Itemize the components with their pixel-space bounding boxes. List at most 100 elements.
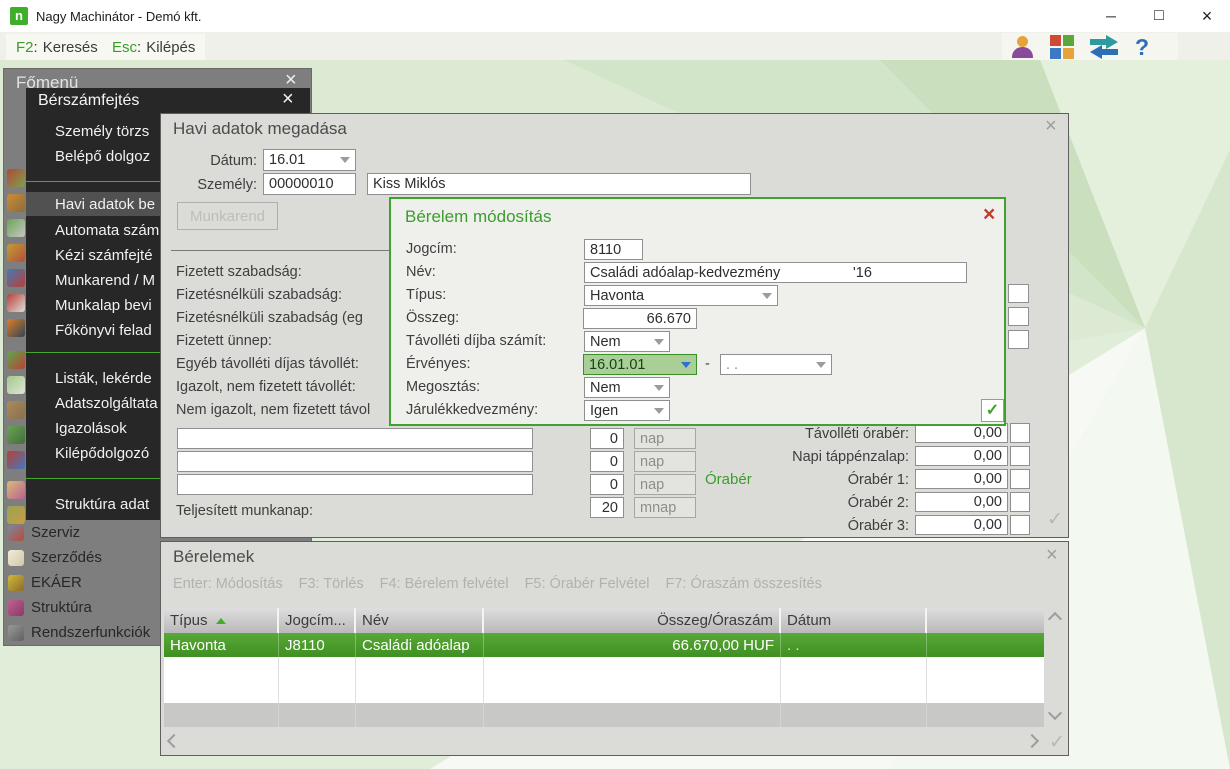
teljesitett-field[interactable]: 20 [590, 497, 624, 518]
column-header-tipus[interactable]: Típus [164, 608, 279, 633]
confirm-check-icon[interactable]: ✓ [1049, 731, 1065, 754]
apps-grid-icon[interactable] [1050, 34, 1076, 59]
hotkey-modositas[interactable]: Enter: Módosítás [173, 576, 283, 592]
right-row-mini-field[interactable] [1010, 492, 1030, 512]
modal-close-icon[interactable]: × [983, 203, 995, 227]
hotkey-oraszam-osszesites[interactable]: F7: Óraszám összesítés [666, 576, 822, 592]
app-icon[interactable] [7, 506, 25, 524]
close-button[interactable]: × [1188, 0, 1226, 32]
menu-item-szemely-torzs[interactable]: Személy törzs [55, 121, 149, 142]
menu-item-kezi-szamfejtes[interactable]: Kézi számfejté [55, 245, 153, 266]
right-row-field[interactable]: 0,00 [915, 492, 1008, 512]
menu-item-listak[interactable]: Listák, lekérde [55, 368, 152, 389]
megosztas-select[interactable]: Nem [584, 377, 670, 398]
jarulekkedvezmeny-select[interactable]: Igen [584, 400, 670, 421]
column-header-datum[interactable]: Dátum [781, 608, 927, 633]
fomenu-item-szerviz[interactable]: Szerviz [31, 523, 80, 543]
right-row-mini-field[interactable] [1010, 515, 1030, 535]
column-header-nev[interactable]: Név [356, 608, 484, 633]
fomenu-item-struktura[interactable]: Struktúra [31, 598, 92, 618]
app-icon[interactable] [7, 481, 25, 499]
custom-absence-field[interactable] [177, 428, 533, 449]
table-row[interactable] [164, 657, 1044, 681]
right-row-mini-field[interactable] [1010, 423, 1030, 443]
munkarend-button[interactable]: Munkarend [177, 202, 278, 230]
app-icon[interactable] [7, 351, 25, 369]
osszeg-field[interactable]: 66.670 [583, 308, 697, 329]
menu-item-kilepo-dolgozok[interactable]: Kilépődolgozó [55, 443, 149, 464]
custom-absence-field[interactable] [177, 451, 533, 472]
right-row-mini-field[interactable] [1010, 469, 1030, 489]
fomenu-item-rendszerfunkciok[interactable]: Rendszerfunkciók [31, 623, 150, 643]
app-icon[interactable] [7, 401, 25, 419]
partial-field[interactable] [1008, 307, 1029, 326]
menu-item-munkalap[interactable]: Munkalap bevi [55, 295, 152, 316]
menu-item-belepo-dolgozo[interactable]: Belépő dolgoz [55, 146, 150, 167]
menu-item-automata-szamfejtes[interactable]: Automata szám [55, 220, 159, 241]
havi-adatok-close-icon[interactable]: × [1045, 116, 1057, 136]
right-row-field[interactable]: 0,00 [915, 423, 1008, 443]
help-icon[interactable]: ? [1132, 35, 1152, 59]
app-icon[interactable] [7, 244, 25, 262]
app-icon[interactable] [7, 169, 25, 187]
user-icon[interactable] [1008, 35, 1038, 59]
table-row[interactable] [164, 680, 1044, 704]
right-row-mini-field[interactable] [1010, 446, 1030, 466]
day-count-field[interactable]: 0 [590, 451, 624, 472]
column-header-blank[interactable] [927, 608, 1044, 633]
szemely-name-field[interactable]: Kiss Miklós [367, 173, 751, 195]
scroll-up-icon[interactable] [1047, 611, 1063, 627]
app-icon[interactable] [7, 376, 25, 394]
hotkey-kilepes[interactable]: Esc: Kilépés [102, 34, 206, 60]
transfer-arrows-icon[interactable] [1088, 34, 1120, 59]
modal-ok-button[interactable]: ✓ [981, 399, 1004, 422]
tipus-select[interactable]: Havonta [584, 285, 778, 306]
scroll-left-icon[interactable] [166, 733, 182, 749]
table-row[interactable] [164, 703, 1044, 727]
table-row-selected[interactable]: Havonta J8110 Családi adóalap 66.670,00 … [164, 633, 1044, 657]
menu-item-igazolasok[interactable]: Igazolások [55, 418, 127, 439]
app-icon[interactable] [7, 426, 25, 444]
app-icon[interactable] [7, 219, 25, 237]
minimize-button[interactable]: ─ [1092, 0, 1130, 32]
nev-field[interactable]: Családi adóalap-kedvezmény '16 [584, 262, 967, 283]
menu-item-adatszolgaltatas[interactable]: Adatszolgáltata [55, 393, 158, 414]
hotkey-berelem-felvetel[interactable]: F4: Bérelem felvétel [380, 576, 509, 592]
day-count-field[interactable]: 0 [590, 428, 624, 449]
right-row-field[interactable]: 0,00 [915, 469, 1008, 489]
partial-field[interactable] [1008, 284, 1029, 303]
menu-item-havi-adatok[interactable]: Havi adatok be [55, 194, 155, 215]
column-header-osszeg[interactable]: Összeg/Óraszám [484, 608, 781, 633]
datum-select[interactable]: 16.01 [263, 149, 356, 171]
berszamfejtes-close-icon[interactable]: × [282, 89, 294, 109]
fomenu-item-szerzodes[interactable]: Szerződés [31, 548, 102, 568]
szemely-code-field[interactable]: 00000010 [263, 173, 356, 195]
custom-absence-field[interactable] [177, 474, 533, 495]
hotkey-keres[interactable]: F2: Keresés [6, 34, 108, 60]
day-count-field[interactable]: 0 [590, 474, 624, 495]
menu-item-munkarend[interactable]: Munkarend / M [55, 270, 155, 291]
menu-item-fokonyvi-feladas[interactable]: Főkönyvi felad [55, 320, 152, 341]
scroll-right-icon[interactable] [1024, 733, 1040, 749]
right-row-field[interactable]: 0,00 [915, 515, 1008, 535]
right-row-field[interactable]: 0,00 [915, 446, 1008, 466]
app-icon[interactable] [7, 194, 25, 212]
app-icon[interactable] [7, 294, 25, 312]
hotkey-oraber-felvetel[interactable]: F5: Órabér Felvétel [525, 576, 650, 592]
app-icon[interactable] [7, 451, 25, 469]
jogcim-field[interactable]: 8110 [584, 239, 643, 260]
tavolleti-dijba-select[interactable]: Nem [584, 331, 670, 352]
app-icon[interactable] [7, 269, 25, 287]
menu-item-struktura-adatok[interactable]: Struktúra adat [55, 494, 149, 515]
confirm-check-icon[interactable]: ✓ [1047, 508, 1063, 531]
app-icon[interactable] [7, 319, 25, 337]
hotkey-torles[interactable]: F3: Törlés [299, 576, 364, 592]
berelemek-close-icon[interactable]: × [1046, 545, 1058, 565]
scroll-down-icon[interactable] [1047, 705, 1063, 721]
ervenyes-from-select[interactable]: 16.01.01 [583, 354, 697, 375]
ervenyes-to-select[interactable]: . . [720, 354, 832, 375]
fomenu-item-ekaer[interactable]: EKÁER [31, 573, 82, 593]
maximize-button[interactable]: □ [1140, 0, 1178, 32]
fomenu-close-icon[interactable]: × [285, 70, 297, 90]
partial-field[interactable] [1008, 330, 1029, 349]
